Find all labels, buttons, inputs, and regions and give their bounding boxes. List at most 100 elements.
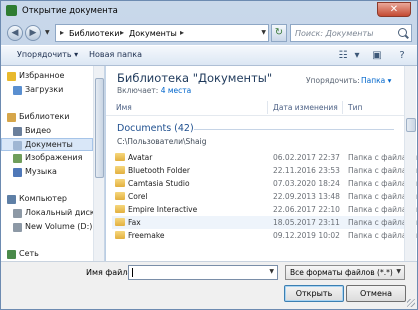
resize-grip[interactable]	[407, 299, 415, 307]
command-toolbar: Упорядочить ▾ Новая папка ☷ ▾ ▣ ?	[1, 45, 417, 66]
list-item[interactable]: Avatar 06.02.2017 22:37 Папка с файлами	[112, 151, 417, 164]
list-item[interactable]: Fax 18.05.2017 23:11 Папка с файлами	[112, 216, 417, 229]
sidebar-scroll-thumb[interactable]	[95, 78, 104, 178]
group-path: C:\Пользователи\Shaig	[117, 137, 207, 146]
column-date[interactable]: Дата изменения	[273, 103, 338, 112]
pictures-icon	[13, 154, 22, 163]
documents-icon	[13, 141, 22, 150]
downloads-icon	[13, 86, 22, 95]
text-caret	[132, 268, 133, 277]
file-type-value: Все форматы файлов (*.*)	[290, 268, 393, 277]
column-separator[interactable]	[267, 101, 268, 114]
list-item[interactable]: Empire Interactive 22.06.2017 22:10 Папк…	[112, 203, 417, 216]
sidebar-item-video[interactable]: Видео	[1, 125, 93, 138]
folder-icon	[115, 205, 125, 213]
list-item-date: 22.06.2017 22:10	[273, 205, 340, 214]
arrange-by-label: Упорядочить:	[306, 76, 360, 85]
column-name[interactable]: Имя	[116, 103, 132, 112]
sidebar-item-favorites[interactable]: Избранное	[1, 70, 93, 83]
list-item-name: Corel	[128, 192, 148, 201]
organize-menu[interactable]: Упорядочить ▾	[17, 50, 78, 59]
sidebar-item-documents[interactable]: Документы	[1, 138, 93, 151]
sidebar-item-music[interactable]: Музыка	[1, 166, 93, 179]
new-folder-button[interactable]: Новая папка	[89, 50, 142, 59]
sidebar-item-label: Документы	[25, 140, 73, 149]
close-button[interactable]: ✕	[377, 2, 411, 17]
breadcrumb-separator-icon[interactable]: ▸	[180, 28, 184, 37]
list-item-name: Camtasia Studio	[128, 179, 190, 188]
window-title: Открытие документа	[22, 6, 118, 16]
cancel-button[interactable]: Отмена	[346, 285, 406, 302]
sidebar-item-label: Компьютер	[19, 194, 67, 203]
breadcrumb-separator-icon[interactable]: ▸	[60, 28, 64, 37]
breadcrumb-documents[interactable]: Документы	[129, 29, 177, 38]
filename-dropdown-icon[interactable]: ▼	[269, 268, 274, 275]
drive-icon	[13, 209, 22, 218]
back-button[interactable]: ◀	[7, 25, 23, 41]
file-type-select[interactable]: Все форматы файлов (*.*) ▼	[285, 265, 405, 280]
list-item-name: Empire Interactive	[128, 205, 198, 214]
sidebar-item-computer[interactable]: Компьютер	[1, 193, 93, 206]
column-type[interactable]: Тип	[348, 103, 362, 112]
app-icon	[6, 5, 17, 16]
star-icon	[7, 72, 16, 81]
sidebar-scrollbar[interactable]	[93, 66, 104, 261]
sidebar-item-label: Сеть	[19, 249, 39, 258]
sidebar-item-new-volume[interactable]: New Volume (D:)	[1, 221, 93, 234]
address-bar[interactable]: ▸ Библиотеки ▸ Документы ▸ ▼	[55, 24, 269, 42]
sidebar-item-label: Загрузки	[25, 85, 64, 94]
breadcrumb-separator-icon[interactable]: ▸	[120, 28, 124, 37]
address-dropdown-icon[interactable]: ▼	[261, 29, 266, 36]
folder-icon	[115, 166, 125, 174]
library-title: Библиотека "Документы"	[117, 71, 273, 85]
help-icon[interactable]: ?	[395, 49, 409, 63]
change-view-icon[interactable]: ☷	[336, 49, 350, 63]
folder-icon	[115, 218, 125, 226]
open-button[interactable]: Открыть	[284, 285, 344, 302]
list-item-name: Freemake	[128, 231, 165, 240]
list-item[interactable]: Freemake 09.12.2019 10:02 Папка с файлам…	[112, 229, 417, 242]
computer-icon	[7, 195, 16, 204]
forward-button[interactable]: ▶	[25, 25, 41, 41]
sidebar-item-label: Изображения	[25, 153, 83, 162]
file-open-dialog: Открытие документа ✕ ◀ ▶ ▼ ▸ Библиотеки …	[0, 0, 418, 310]
file-type-dropdown-icon[interactable]: ▼	[396, 268, 401, 275]
column-header: Имя Дата изменения Тип	[106, 99, 404, 116]
list-item-date: 22.11.2016 23:53	[273, 166, 340, 175]
sidebar-item-label: Видео	[25, 126, 52, 135]
sidebar-item-pictures[interactable]: Изображения	[1, 152, 93, 165]
breadcrumb-libraries[interactable]: Библиотеки	[69, 29, 119, 38]
file-list-pane: Библиотека "Документы" Включает: 4 места…	[106, 66, 417, 261]
preview-pane-icon[interactable]: ▣	[370, 49, 384, 63]
list-item-date: 09.12.2019 10:02	[273, 231, 340, 240]
video-icon	[13, 127, 22, 136]
file-list-scroll-thumb[interactable]	[406, 118, 416, 132]
list-item-name: Avatar	[128, 153, 153, 162]
recent-pages-dropdown[interactable]: ▼	[45, 29, 50, 36]
music-icon	[13, 168, 22, 177]
sidebar-item-network[interactable]: Сеть	[1, 248, 93, 261]
refresh-button[interactable]: ↻	[271, 24, 287, 42]
filename-input[interactable]: ▼	[128, 265, 278, 280]
arrange-by-dropdown[interactable]: Папка ▾	[361, 76, 391, 85]
group-header[interactable]: Documents (42)	[117, 123, 194, 134]
file-list-scrollbar[interactable]	[404, 66, 416, 261]
search-input[interactable]: Поиск: Документы	[290, 24, 412, 42]
sidebar-item-label: Локальный диск	[25, 208, 95, 217]
library-locations-link[interactable]: 4 места	[161, 86, 192, 95]
sidebar-item-libraries[interactable]: Библиотеки	[1, 111, 93, 124]
folder-icon	[115, 192, 125, 200]
list-item[interactable]: Corel 22.09.2013 13:48 Папка с файлами	[112, 190, 417, 203]
sidebar-item-label: Библиотеки	[19, 112, 70, 121]
column-separator[interactable]	[342, 101, 343, 114]
folder-icon	[115, 179, 125, 187]
list-item-name: Bluetooth Folder	[128, 166, 190, 175]
list-item[interactable]: Bluetooth Folder 22.11.2016 23:53 Папка …	[112, 164, 417, 177]
sidebar-item-downloads[interactable]: Загрузки	[1, 84, 93, 97]
search-placeholder: Поиск: Документы	[295, 29, 374, 38]
sidebar-item-local-disk[interactable]: Локальный диск	[1, 207, 95, 220]
view-options-dropdown-icon[interactable]: ▾	[350, 49, 364, 63]
navigation-pane: Избранное Загрузки Библиотеки Видео Доку…	[1, 66, 105, 261]
list-item-name: Fax	[128, 218, 141, 227]
list-item[interactable]: Camtasia Studio 07.03.2020 18:24 Папка с…	[112, 177, 417, 190]
